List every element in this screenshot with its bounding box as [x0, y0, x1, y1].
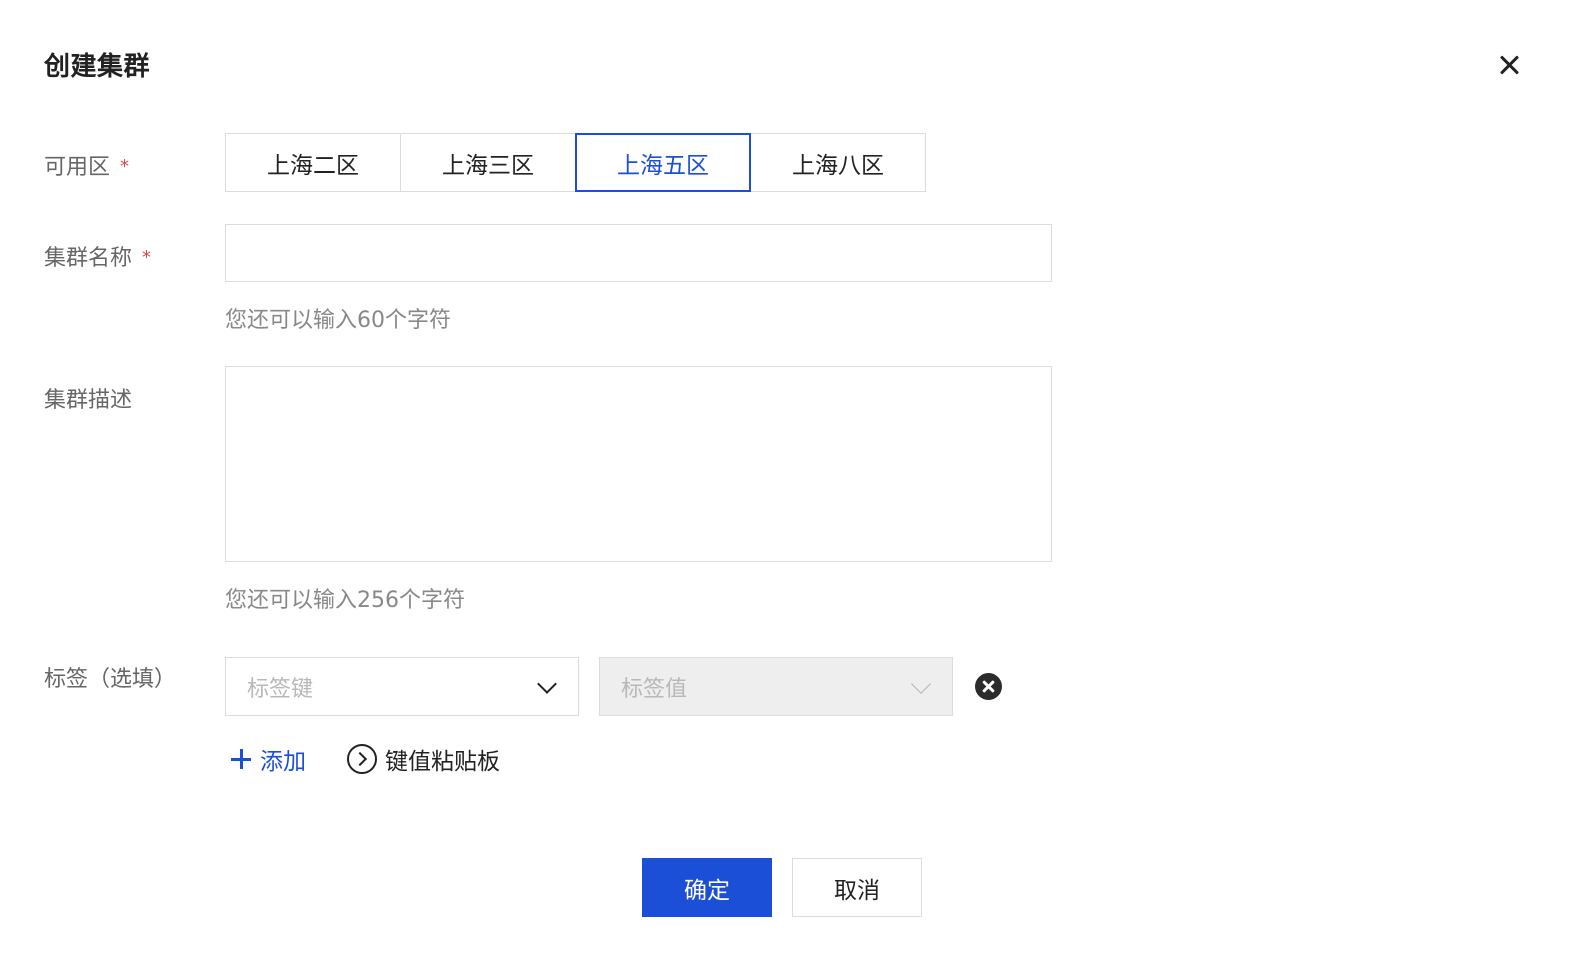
cancel-button[interactable]: 取消 [792, 858, 922, 917]
remove-tag-icon[interactable] [975, 673, 1002, 700]
zone-selector: 上海二区 上海三区 上海五区 上海八区 [225, 133, 926, 192]
cluster-description-hint: 您还可以输入256个字符 [225, 588, 465, 613]
tag-value-placeholder: 标签值 [621, 676, 688, 702]
tag-value-select[interactable]: 标签值 [599, 657, 953, 716]
cluster-description-label: 集群描述 [44, 388, 133, 413]
confirm-button[interactable]: 确定 [642, 858, 772, 917]
chevron-down-icon [537, 674, 557, 694]
zone-option-shanghai-3[interactable]: 上海三区 [400, 133, 576, 192]
tags-label: 标签（选填） [44, 667, 177, 692]
cluster-name-label: 集群名称 * [44, 240, 151, 272]
zone-option-shanghai-2[interactable]: 上海二区 [225, 133, 401, 192]
zone-label-text: 可用区 [44, 155, 111, 180]
zone-option-shanghai-8[interactable]: 上海八区 [750, 133, 926, 192]
close-icon[interactable] [1494, 50, 1524, 80]
plus-icon [231, 749, 251, 769]
zone-label: 可用区 * [44, 149, 129, 181]
tag-key-select[interactable]: 标签键 [225, 657, 579, 716]
key-value-clipboard-button[interactable]: 键值粘贴板 [347, 742, 500, 776]
chevron-right-circle-icon [347, 744, 377, 774]
add-tag-button[interactable]: 添加 [231, 742, 306, 776]
add-tag-label: 添加 [260, 749, 306, 775]
cluster-description-textarea[interactable] [225, 366, 1052, 562]
required-mark: * [142, 247, 152, 268]
tag-key-placeholder: 标签键 [247, 676, 314, 702]
dialog-title: 创建集群 [44, 52, 151, 82]
create-cluster-dialog: 创建集群 可用区 * 上海二区 上海三区 上海五区 上海八区 集群名称 * 您还可以… [0, 0, 1592, 978]
cluster-name-hint: 您还可以输入60个字符 [225, 308, 451, 333]
required-mark: * [120, 156, 130, 177]
cluster-name-label-text: 集群名称 [44, 246, 133, 271]
chevron-down-icon [911, 674, 931, 694]
cluster-name-input[interactable] [225, 224, 1052, 282]
key-value-clipboard-label: 键值粘贴板 [385, 749, 500, 775]
zone-option-shanghai-5[interactable]: 上海五区 [575, 133, 751, 192]
